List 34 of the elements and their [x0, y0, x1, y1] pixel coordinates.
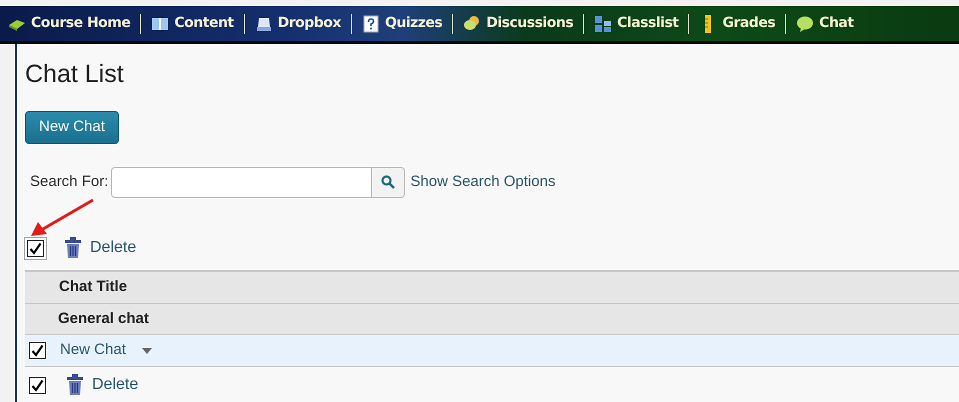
checkbox[interactable]	[29, 342, 46, 359]
caret-icon[interactable]	[142, 348, 152, 354]
new-chat-button[interactable]: New Chat	[25, 111, 119, 144]
pointer-arrow	[29, 198, 95, 238]
delete-button[interactable]: Delete	[64, 236, 136, 260]
trash-icon	[66, 374, 84, 396]
page-title: Chat List	[25, 59, 125, 89]
search-icon	[381, 175, 396, 189]
checkmark-icon	[31, 378, 44, 392]
nav-link[interactable]: Content	[151, 13, 234, 34]
nav-link[interactable]: Dropbox	[254, 13, 341, 34]
nav-link[interactable]: Discussions	[463, 13, 574, 34]
nav-link[interactable]: Chat	[796, 13, 854, 34]
checkbox[interactable]	[29, 376, 46, 394]
column-header: Chat Title	[25, 270, 959, 303]
ruler-icon	[705, 14, 712, 32]
checkmark-icon	[29, 242, 42, 254]
nav-link[interactable]: Quizzes	[362, 13, 442, 34]
speech-bubbles-icon	[463, 14, 482, 32]
search-label: Search For:	[30, 172, 108, 192]
search-field[interactable]	[111, 166, 372, 198]
show-search-options-link[interactable]: Show Search Options	[410, 170, 556, 194]
checkmark-icon	[31, 344, 44, 357]
delete-button[interactable]: Delete	[66, 373, 138, 397]
chat-title-link[interactable]: New Chat	[60, 339, 126, 362]
nav-link[interactable]: Classlist	[594, 13, 678, 34]
question-icon	[362, 14, 380, 32]
nav-link[interactable]: Course Home	[8, 13, 130, 34]
group-header: General chat	[25, 303, 959, 334]
grid-list-icon	[594, 14, 612, 32]
speech-bubble-icon	[796, 14, 814, 32]
search-button[interactable]	[372, 166, 406, 198]
trash-icon	[64, 237, 82, 259]
nav-link[interactable]: Grades	[699, 13, 776, 34]
